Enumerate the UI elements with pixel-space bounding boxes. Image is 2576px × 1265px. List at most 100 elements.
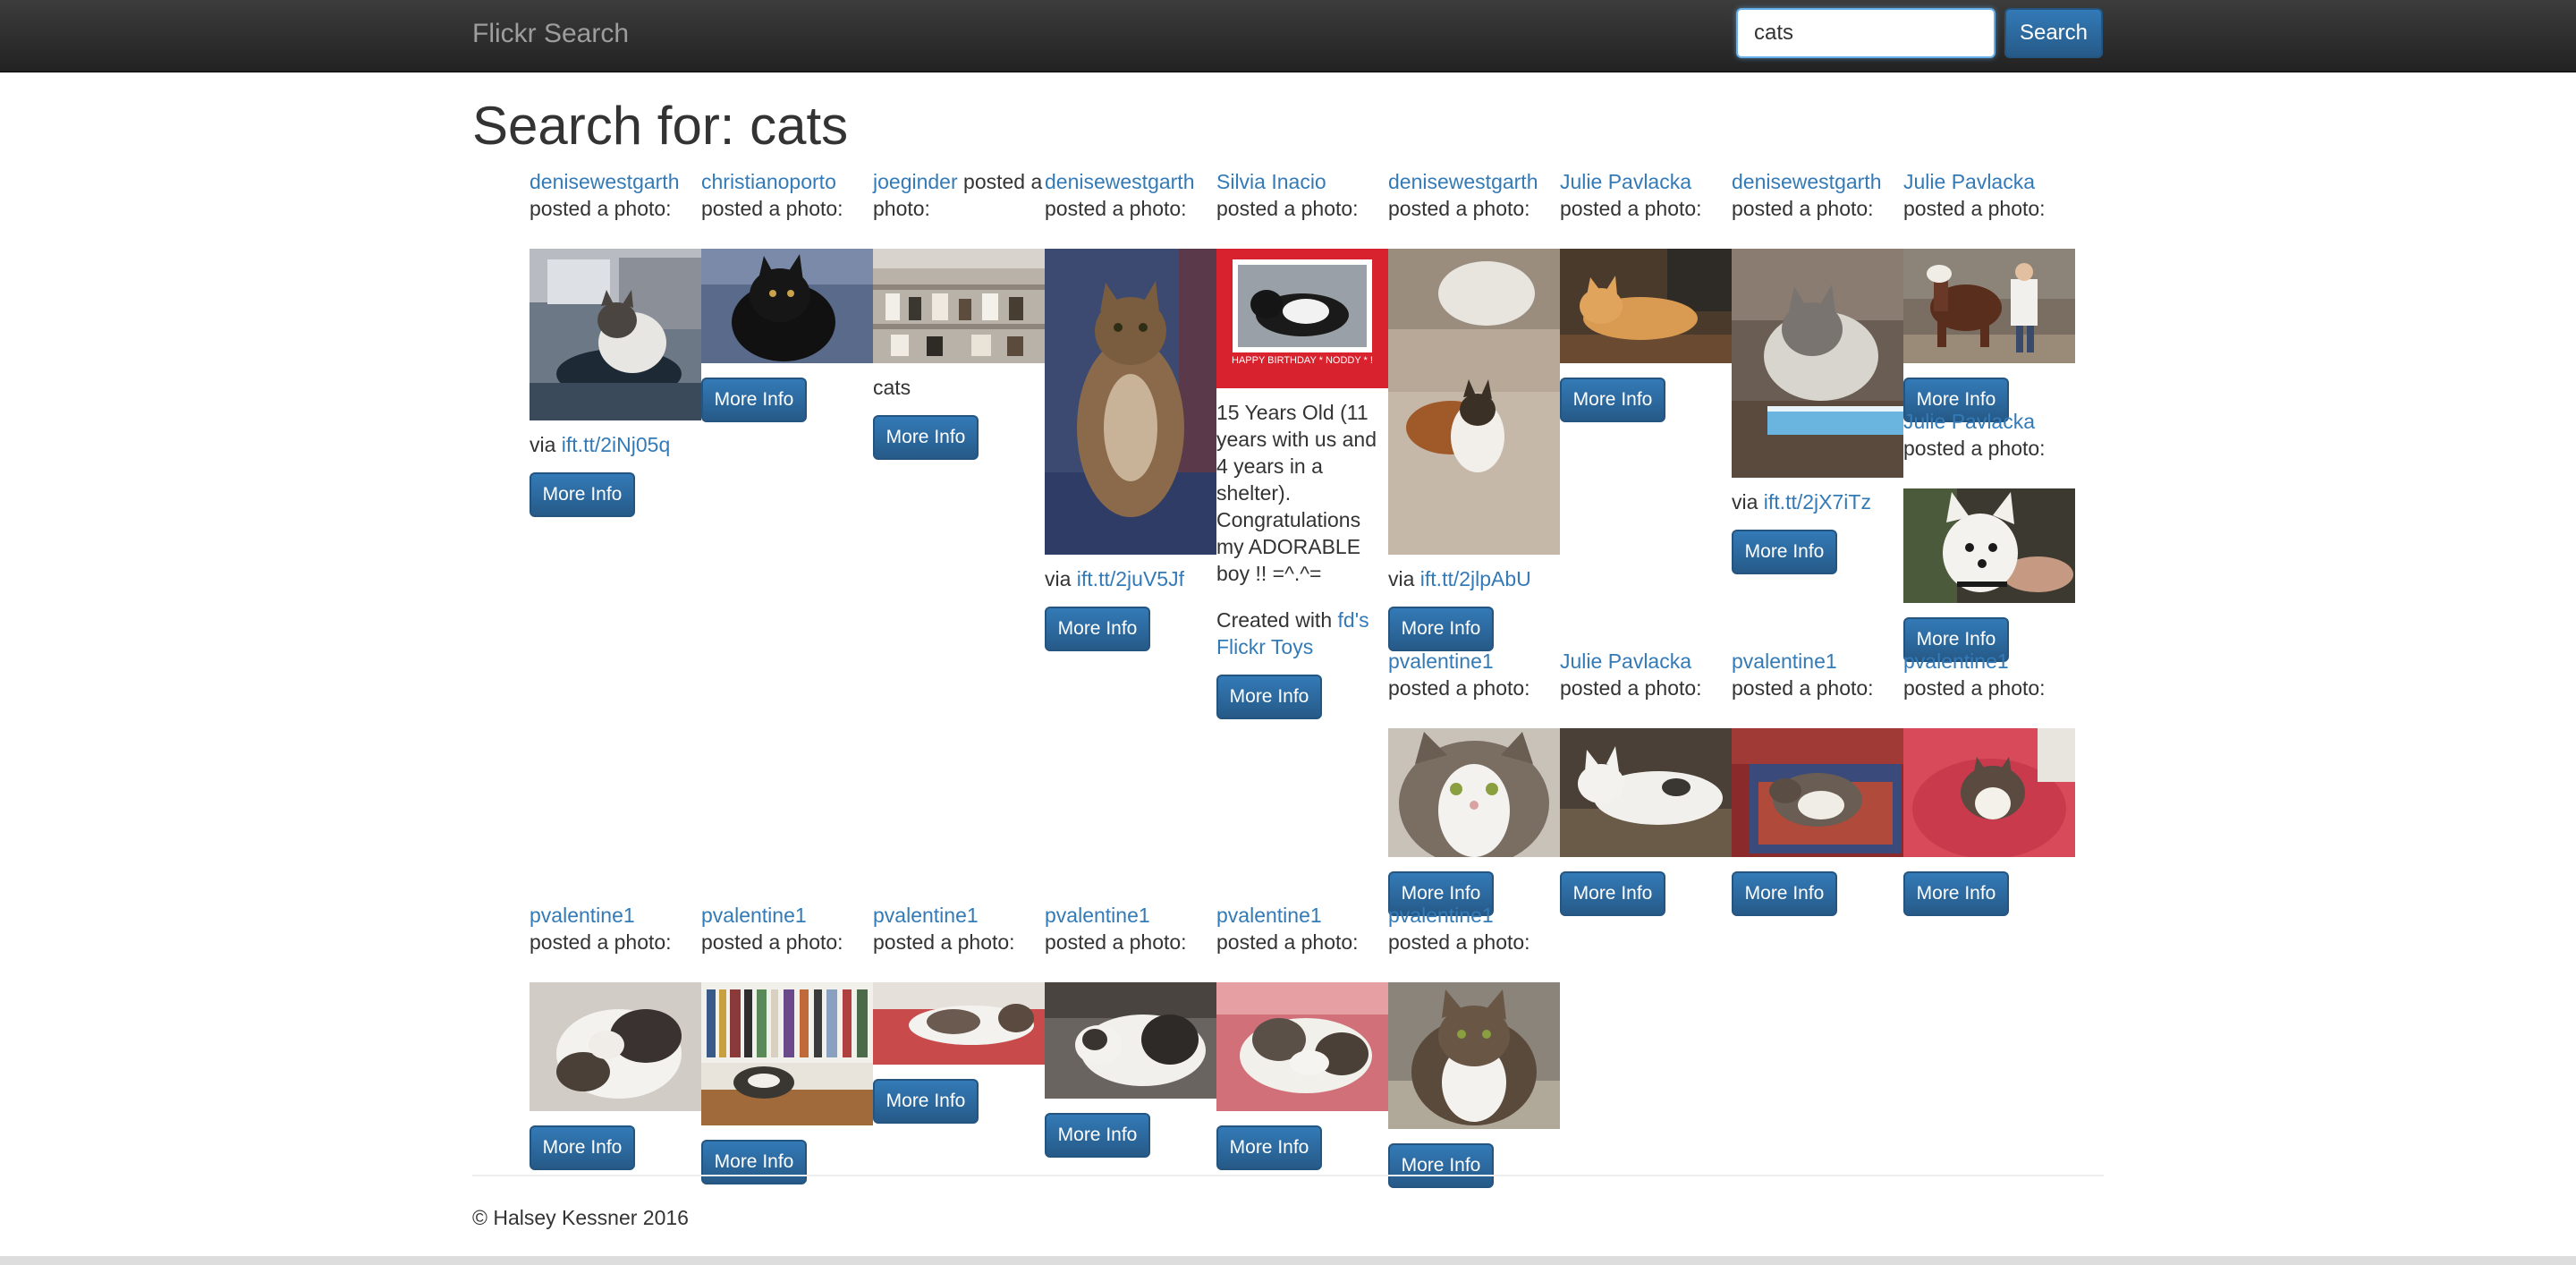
more-info-button[interactable]: More Info	[1045, 607, 1150, 651]
via-line: via ift.tt/2iNj05q	[530, 433, 671, 456]
more-info-button[interactable]: More Info	[1388, 1143, 1494, 1188]
posted-line: denisewestgarth posted a photo:	[1388, 170, 1538, 220]
author-link[interactable]: joeginder	[873, 170, 958, 193]
result-photo[interactable]	[873, 982, 1045, 1065]
brand-link[interactable]: Flickr Search	[472, 20, 629, 48]
result-photo[interactable]	[1388, 728, 1560, 857]
posted-line: pvalentine1 posted a photo:	[1045, 904, 1187, 954]
via-link[interactable]: ift.tt/2iNj05q	[562, 433, 670, 456]
posted-line: pvalentine1 posted a photo:	[1388, 649, 1530, 700]
author-link[interactable]: denisewestgarth	[1732, 170, 1882, 193]
posted-line: Silvia Inacio posted a photo:	[1216, 170, 1359, 220]
author-link[interactable]: pvalentine1	[1045, 904, 1150, 927]
result-photo[interactable]	[873, 249, 1045, 363]
result-photo[interactable]	[1732, 249, 1903, 478]
more-info-button[interactable]: More Info	[1388, 607, 1494, 651]
more-info-button[interactable]: More Info	[1560, 378, 1665, 422]
result-photo[interactable]: HAPPY BIRTHDAY * NODDY * !	[1216, 249, 1388, 388]
result-item: denisewestgarth posted a photo: via ift.…	[1045, 168, 1216, 651]
photo-description: 15 Years Old (11 years with us and 4 yea…	[1216, 401, 1377, 585]
more-info-button[interactable]: More Info	[1216, 1125, 1322, 1170]
result-photo[interactable]	[1388, 982, 1560, 1129]
result-photo[interactable]	[1903, 728, 2075, 857]
posted-line: pvalentine1 posted a photo:	[530, 904, 672, 954]
result-photo[interactable]	[1045, 982, 1216, 1099]
author-link[interactable]: pvalentine1	[873, 904, 979, 927]
author-link[interactable]: pvalentine1	[1903, 649, 2009, 673]
page-title: Search for: cats	[472, 96, 849, 156]
search-button[interactable]: Search	[2004, 8, 2103, 58]
more-info-button[interactable]: More Info	[873, 415, 979, 460]
author-link[interactable]: Julie Pavlacka	[1903, 410, 2035, 433]
posted-line: Julie Pavlacka posted a photo:	[1903, 170, 2046, 220]
posted-line: Julie Pavlacka posted a photo:	[1903, 410, 2046, 460]
result-photo[interactable]	[1388, 249, 1560, 555]
result-photo[interactable]	[701, 249, 873, 363]
result-item: pvalentine1 posted a photo: More Info	[1903, 648, 2075, 916]
search-input[interactable]	[1736, 8, 1996, 58]
via-link[interactable]: ift.tt/2juV5Jf	[1077, 567, 1184, 590]
via-line: via ift.tt/2juV5Jf	[1045, 567, 1184, 590]
via-link[interactable]: ift.tt/2jX7iTz	[1764, 490, 1871, 514]
more-info-button[interactable]: More Info	[530, 1125, 635, 1170]
more-info-button[interactable]: More Info	[1903, 871, 2009, 916]
result-photo[interactable]	[530, 982, 701, 1111]
result-item: pvalentine1 posted a photo: More Info	[1045, 902, 1216, 1158]
result-item: Julie Pavlacka posted a photo: More Info	[1560, 648, 1732, 916]
via-line: via ift.tt/2jlpAbU	[1388, 567, 1531, 590]
more-info-button[interactable]: More Info	[530, 472, 635, 517]
via-link[interactable]: ift.tt/2jlpAbU	[1420, 567, 1531, 590]
more-info-button[interactable]: More Info	[873, 1079, 979, 1124]
result-photo[interactable]	[1216, 982, 1388, 1111]
result-photo[interactable]	[1732, 728, 1903, 857]
more-info-button[interactable]: More Info	[701, 378, 807, 422]
author-link[interactable]: Julie Pavlacka	[1560, 649, 1691, 673]
result-item: Julie Pavlacka posted a photo: More Info	[1903, 168, 2075, 422]
posted-line: christianoporto posted a photo:	[701, 170, 843, 220]
created-with-line: Created with fd's Flickr Toys	[1216, 608, 1369, 658]
result-photo[interactable]	[1045, 249, 1216, 555]
author-link[interactable]: pvalentine1	[1388, 904, 1494, 927]
posted-line: Julie Pavlacka posted a photo:	[1560, 649, 1702, 700]
author-link[interactable]: pvalentine1	[1388, 649, 1494, 673]
author-link[interactable]: pvalentine1	[1732, 649, 1837, 673]
more-info-button[interactable]: More Info	[1732, 530, 1837, 574]
more-info-button[interactable]: More Info	[1045, 1113, 1150, 1158]
posted-line: pvalentine1 posted a photo:	[701, 904, 843, 954]
author-link[interactable]: pvalentine1	[530, 904, 635, 927]
more-info-button[interactable]: More Info	[1732, 871, 1837, 916]
posted-line: Julie Pavlacka posted a photo:	[1560, 170, 1702, 220]
window-bottom-edge	[0, 1256, 2576, 1265]
via-line: via ift.tt/2jX7iTz	[1732, 490, 1871, 514]
author-link[interactable]: denisewestgarth	[1045, 170, 1195, 193]
author-link[interactable]: pvalentine1	[701, 904, 807, 927]
result-item: denisewestgarth posted a photo: via ift.…	[530, 168, 701, 517]
author-link[interactable]: denisewestgarth	[530, 170, 680, 193]
result-photo[interactable]	[701, 982, 873, 1125]
more-info-button[interactable]: More Info	[1216, 675, 1322, 719]
result-photo[interactable]	[1560, 728, 1732, 857]
result-item: pvalentine1 posted a photo: More Info	[1216, 902, 1388, 1170]
more-info-button[interactable]: More Info	[701, 1140, 807, 1184]
result-item: Silvia Inacio posted a photo: HAPPY BIRT…	[1216, 168, 1388, 719]
footer-divider	[472, 1175, 2104, 1176]
result-photo[interactable]	[1560, 249, 1732, 363]
result-photo[interactable]	[1903, 249, 2075, 363]
result-photo[interactable]	[1903, 488, 2075, 603]
result-item: joeginder posted a photo: cats More Info	[873, 168, 1045, 460]
navbar: Flickr Search Search	[0, 0, 2576, 72]
author-link[interactable]: Julie Pavlacka	[1903, 170, 2035, 193]
author-link[interactable]: denisewestgarth	[1388, 170, 1538, 193]
result-item: Julie Pavlacka posted a photo: More Info	[1903, 408, 2075, 662]
author-link[interactable]: Julie Pavlacka	[1560, 170, 1691, 193]
posted-line: pvalentine1 posted a photo:	[873, 904, 1015, 954]
author-link[interactable]: Silvia Inacio	[1216, 170, 1326, 193]
result-item: pvalentine1 posted a photo: More Info	[701, 902, 873, 1184]
author-link[interactable]: christianoporto	[701, 170, 836, 193]
more-info-button[interactable]: More Info	[1560, 871, 1665, 916]
result-photo[interactable]	[530, 249, 701, 420]
author-link[interactable]: pvalentine1	[1216, 904, 1322, 927]
result-item: denisewestgarth posted a photo: via ift.…	[1388, 168, 1560, 651]
result-item: pvalentine1 posted a photo: More Info	[873, 902, 1045, 1124]
posted-line: denisewestgarth posted a photo:	[1045, 170, 1195, 220]
